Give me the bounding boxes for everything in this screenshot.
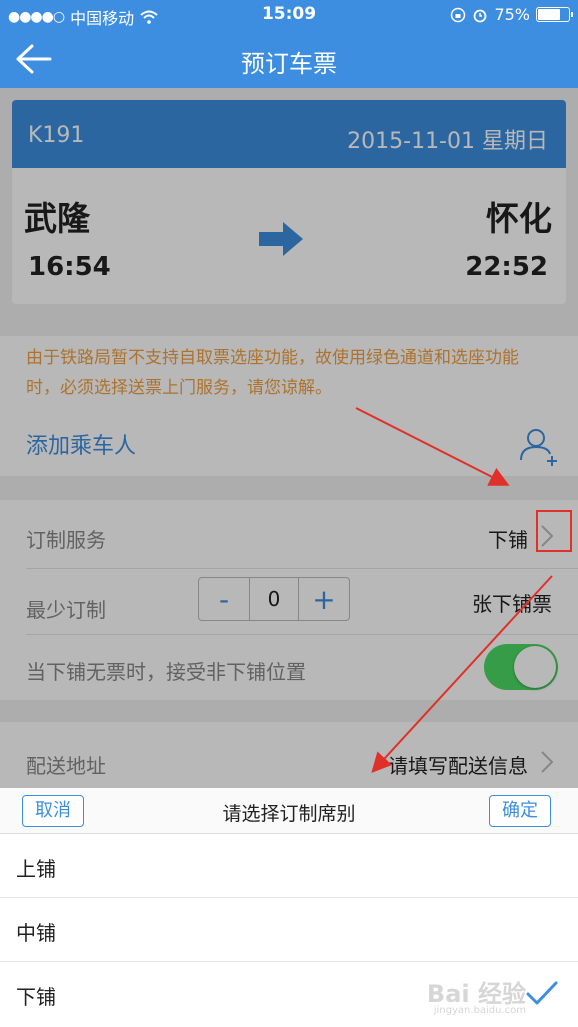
modal-backdrop[interactable]: [0, 88, 578, 788]
page-title: 预订车票: [241, 50, 337, 78]
checkmark-icon: [526, 981, 558, 1005]
confirm-button[interactable]: 确定: [489, 795, 551, 827]
watermark: Bai 经验 jingyan.baidu.com: [427, 974, 526, 1016]
option-label: 中铺: [16, 921, 56, 945]
alarm-icon: [474, 9, 487, 22]
berth-picker-sheet: 取消 请选择订制席别 确定 上铺 中铺 下铺 Bai 经验 jingyan.ba…: [0, 788, 578, 1027]
option-middle-berth[interactable]: 中铺: [0, 898, 578, 962]
status-bar: ●●●●○ 中国移动 15:09 75%: [0, 0, 578, 30]
watermark-url: jingyan.baidu.com: [433, 1005, 526, 1016]
nav-bar: 预订车票: [0, 30, 578, 88]
battery-fill: [538, 9, 560, 20]
rotation-lock-icon: [451, 7, 466, 22]
picker-toolbar: 取消 请选择订制席别 确定: [0, 788, 578, 834]
status-right: 75%: [450, 5, 573, 24]
annotation-highlight-box: [536, 510, 572, 552]
option-label: 上铺: [16, 857, 56, 881]
battery-icon: [536, 7, 573, 22]
option-label: 下铺: [16, 985, 56, 1009]
option-upper-berth[interactable]: 上铺: [0, 834, 578, 898]
watermark-brand: Bai 经验: [426, 980, 526, 1008]
battery-percent: 75%: [494, 5, 530, 24]
